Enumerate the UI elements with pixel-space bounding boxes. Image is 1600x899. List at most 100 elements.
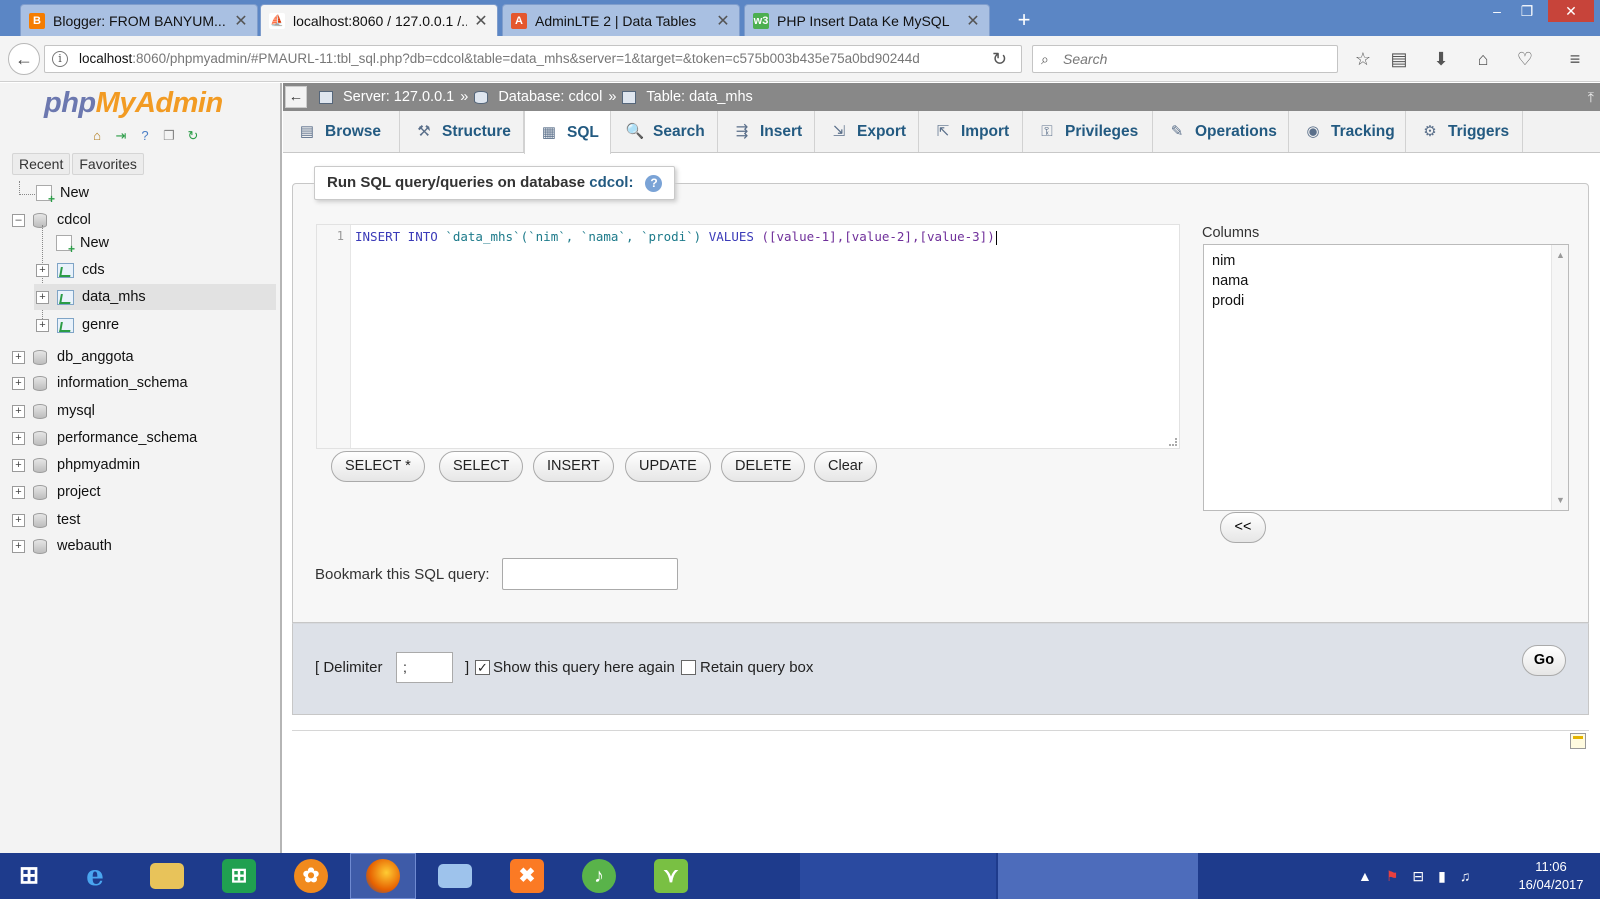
scroll-up-icon[interactable]: ▲ <box>1552 247 1569 263</box>
insert-button[interactable]: INSERT <box>533 451 614 482</box>
clear-button[interactable]: Clear <box>814 451 877 482</box>
tab-structure[interactable]: ⚒ Structure <box>400 111 524 152</box>
sql-code[interactable]: INSERT INTO `data_mhs`(`nim`, `nama`, `p… <box>355 229 997 245</box>
taskbar-window-button[interactable] <box>800 853 996 899</box>
tree-item-test[interactable]: + test <box>12 507 80 533</box>
taskbar-xampp[interactable]: ✖ <box>494 853 560 899</box>
columns-scrollbar[interactable]: ▲ ▼ <box>1551 245 1568 510</box>
close-tab-icon[interactable]: ✕ <box>233 11 249 31</box>
home-icon[interactable]: ⌂ <box>1472 48 1494 70</box>
close-tab-icon[interactable]: ✕ <box>715 11 731 31</box>
new-tab-button[interactable]: + <box>1010 6 1038 34</box>
logout-icon[interactable]: ⇥ <box>112 127 130 145</box>
delete-button[interactable]: DELETE <box>721 451 806 482</box>
column-option[interactable]: nim <box>1204 251 1568 271</box>
tree-item-new-db[interactable]: New <box>36 180 89 206</box>
sql-query-editor[interactable]: 1 INSERT INTO `data_mhs`(`nim`, `nama`, … <box>316 224 1180 449</box>
tab-import[interactable]: ⇱ Import <box>919 111 1023 152</box>
tab-insert[interactable]: ⇶ Insert <box>718 111 815 152</box>
browser-tab-blogger[interactable]: B Blogger: FROM BANYUM... ✕ <box>20 4 258 36</box>
phpmyadmin-logo[interactable]: phpMyAdmin <box>44 87 223 120</box>
legend-db-link[interactable]: cdcol: <box>589 174 633 191</box>
tree-item-information-schema[interactable]: + information_schema <box>12 370 188 396</box>
tree-item-db-anggota[interactable]: + db_anggota <box>12 344 134 370</box>
tree-item-phpmyadmin[interactable]: + phpmyadmin <box>12 452 140 478</box>
expand-icon[interactable]: + <box>12 404 25 418</box>
console-icon[interactable] <box>1570 733 1586 749</box>
bookmark-input[interactable] <box>502 558 678 590</box>
tree-item-mysql[interactable]: + mysql <box>12 398 95 424</box>
tab-export[interactable]: ⇲ Export <box>815 111 919 152</box>
expand-icon[interactable]: + <box>12 350 25 364</box>
tree-item-cds[interactable]: + cds <box>36 257 105 283</box>
breadcrumb-table[interactable]: Table: data_mhs <box>646 83 752 111</box>
browser-tab-phpmyadmin[interactable]: ⛵ localhost:8060 / 127.0.0.1 /... ✕ <box>260 4 498 37</box>
taskbar-firefox[interactable] <box>350 853 416 899</box>
tab-triggers[interactable]: ⚙ Triggers <box>1406 111 1523 152</box>
tab-privileges[interactable]: ⚿ Privileges <box>1023 111 1153 152</box>
tab-search[interactable]: 🔍 Search <box>611 111 718 152</box>
expand-icon[interactable]: + <box>12 513 25 527</box>
close-window-button[interactable]: ✕ <box>1548 0 1594 22</box>
help-icon[interactable]: ? <box>645 174 663 192</box>
site-info-icon[interactable]: i <box>52 51 68 67</box>
url-bar[interactable]: localhost:8060/phpmyadmin/#PMAURL-11:tbl… <box>44 45 1022 73</box>
browser-tab-adminlte[interactable]: A AdminLTE 2 | Data Tables ✕ <box>502 4 740 36</box>
taskbar-store[interactable]: ⊞ <box>206 853 272 899</box>
taskbar-app-green[interactable]: ♪ <box>566 853 632 899</box>
collapse-top-icon[interactable]: ⤒ <box>1588 83 1594 111</box>
column-option[interactable]: prodi <box>1204 291 1568 311</box>
expand-icon[interactable]: + <box>36 318 49 332</box>
favorites-tab[interactable]: Favorites <box>72 153 144 175</box>
update-button[interactable]: UPDATE <box>625 451 711 482</box>
resize-handle[interactable] <box>1169 438 1177 446</box>
expand-icon[interactable]: + <box>12 485 25 499</box>
tab-tracking[interactable]: ◉ Tracking <box>1289 111 1406 152</box>
collapse-nav-icon[interactable]: ← <box>285 86 307 108</box>
expand-icon[interactable]: + <box>12 376 25 390</box>
menu-icon[interactable]: ≡ <box>1564 48 1586 70</box>
pocket-icon[interactable]: ♡ <box>1514 48 1536 70</box>
close-tab-icon[interactable]: ✕ <box>965 11 981 31</box>
reading-list-icon[interactable]: ▤ <box>1388 48 1410 70</box>
taskbar-app-leaf[interactable]: ⋎ <box>638 853 704 899</box>
taskbar-app-orange[interactable]: ✿ <box>278 853 344 899</box>
insert-column-button[interactable]: << <box>1220 512 1266 543</box>
expand-icon[interactable]: + <box>12 458 25 472</box>
help-icon[interactable]: ? <box>136 127 154 145</box>
tree-item-webauth[interactable]: + webauth <box>12 533 112 559</box>
tree-item-project[interactable]: + project <box>12 479 101 505</box>
expand-icon[interactable]: + <box>12 539 25 553</box>
download-icon[interactable]: ⬇ <box>1430 48 1452 70</box>
tree-item-cdcol-new[interactable]: New <box>56 230 109 256</box>
tree-item-performance-schema[interactable]: + performance_schema <box>12 425 197 451</box>
taskbar-ie[interactable]: e <box>62 853 128 899</box>
restore-button[interactable]: ❐ <box>1512 0 1542 22</box>
go-button[interactable]: Go <box>1522 645 1566 676</box>
action-center-icon[interactable]: ⚑ <box>1386 868 1399 885</box>
expand-icon[interactable]: + <box>36 290 49 304</box>
tab-browse[interactable]: ▤ Browse <box>283 111 400 152</box>
reload-nav-icon[interactable]: ↻ <box>184 127 202 145</box>
delimiter-input[interactable]: ; <box>396 652 453 683</box>
retain-query-box-checkbox[interactable] <box>681 660 696 675</box>
select-star-button[interactable]: SELECT * <box>331 451 425 482</box>
tree-item-genre[interactable]: + genre <box>36 312 119 338</box>
bookmark-star-icon[interactable]: ☆ <box>1352 48 1374 70</box>
breadcrumb-database[interactable]: Database: cdcol <box>498 83 602 111</box>
back-button[interactable]: ← <box>8 43 40 75</box>
tab-operations[interactable]: ✎ Operations <box>1153 111 1289 152</box>
retain-query-box-label[interactable]: Retain query box <box>700 659 813 676</box>
expand-icon[interactable]: + <box>36 263 49 277</box>
tab-sql[interactable]: ▦ SQL <box>524 111 611 154</box>
expand-icon[interactable]: + <box>12 431 25 445</box>
reload-icon[interactable]: ↻ <box>992 49 1007 70</box>
show-query-again-checkbox[interactable]: ✓ <box>475 660 490 675</box>
close-tab-icon[interactable]: ✕ <box>473 11 489 31</box>
battery-icon[interactable]: ▮ <box>1438 868 1446 885</box>
show-query-again-label[interactable]: Show this query here again <box>493 659 675 676</box>
taskbar-remote-desktop[interactable] <box>422 853 488 899</box>
volume-icon[interactable]: ♫ <box>1460 868 1471 884</box>
browser-search-box[interactable]: ⌕ Search <box>1032 45 1338 73</box>
select-button[interactable]: SELECT <box>439 451 524 482</box>
